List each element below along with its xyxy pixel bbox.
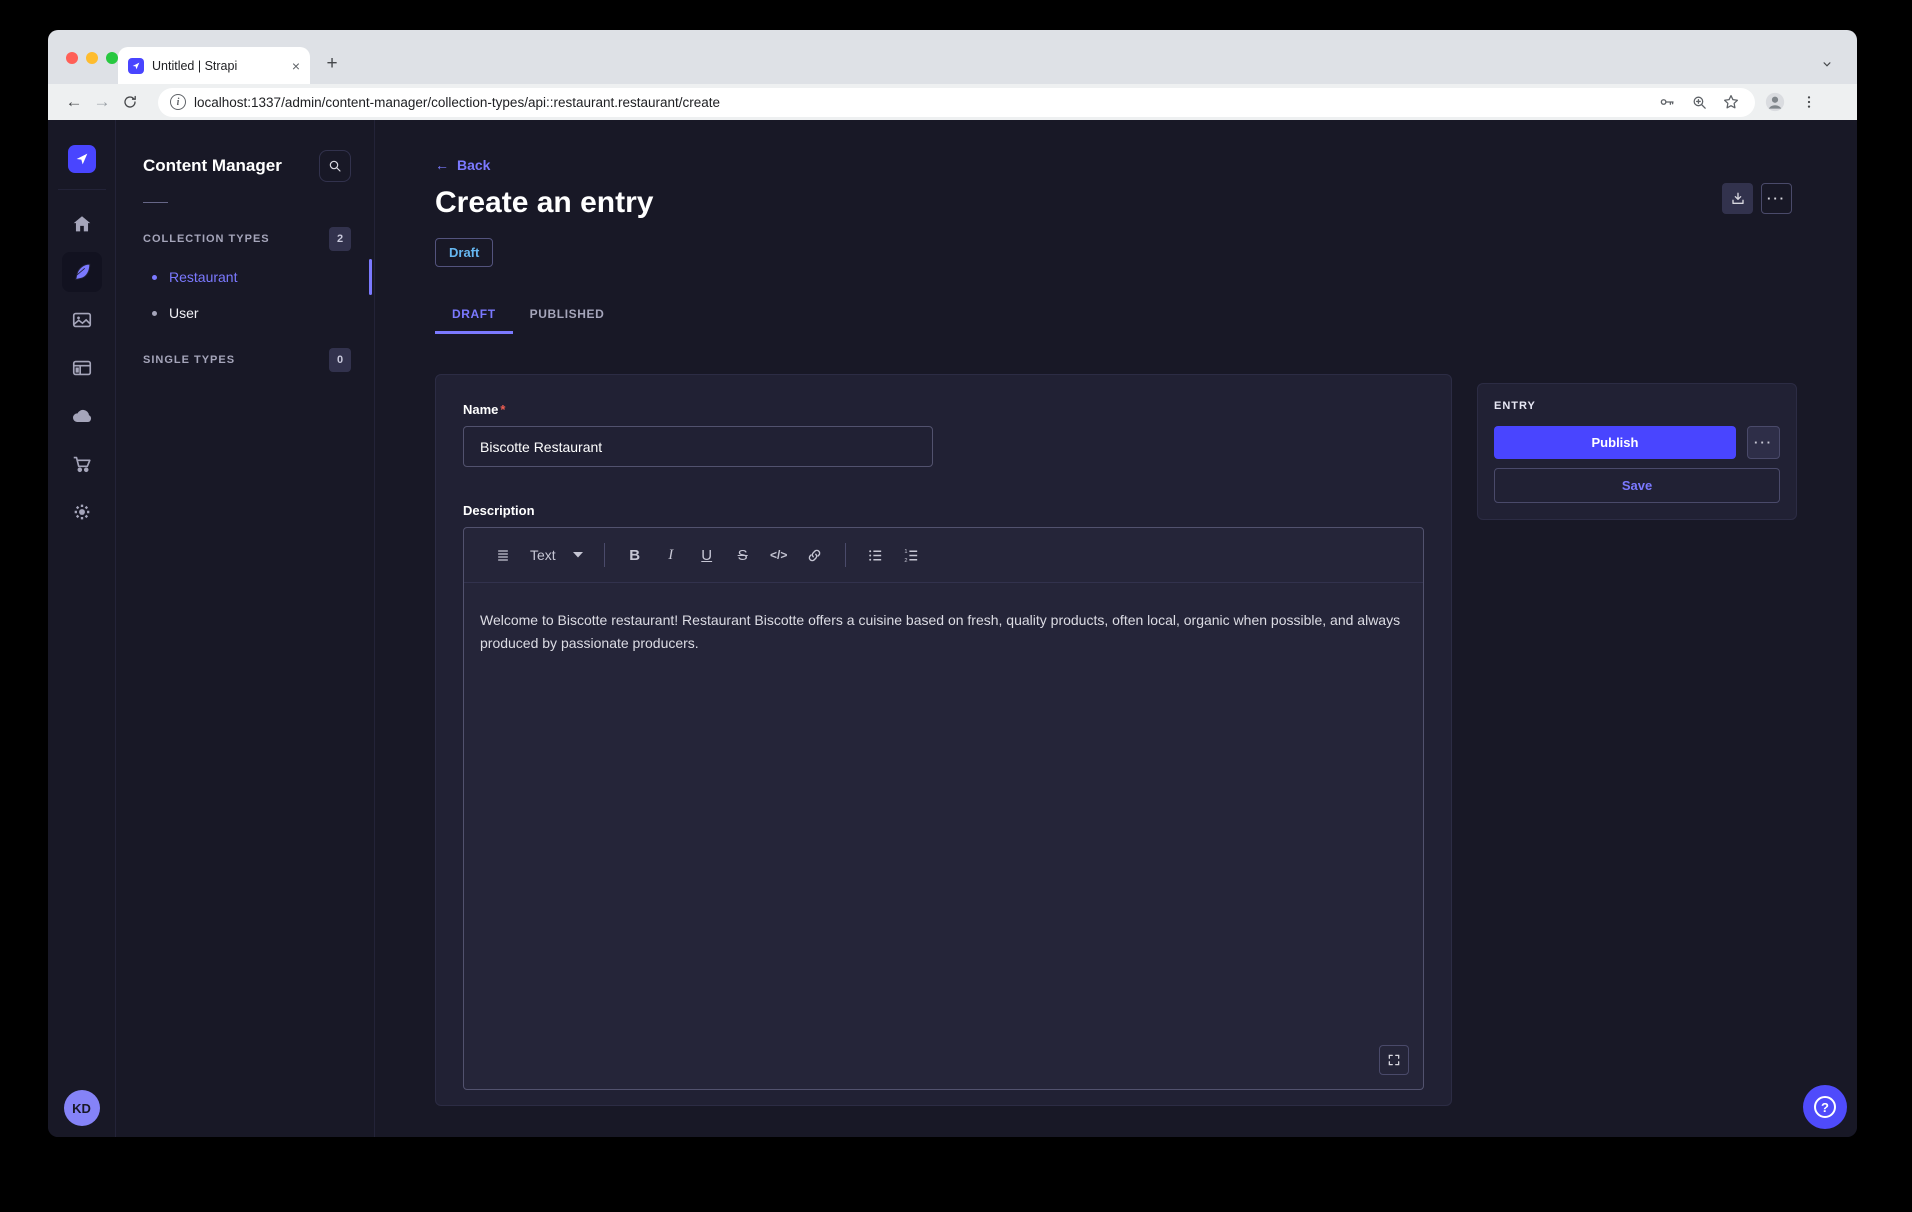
profile-avatar-icon[interactable] [1763,90,1787,114]
bookmark-star-icon[interactable] [1719,90,1743,114]
search-button[interactable] [319,150,351,182]
sidebar-item-label: User [169,305,199,321]
back-label: Back [457,157,490,173]
back-nav-icon[interactable]: ← [60,88,88,116]
tab-title: Untitled | Strapi [152,59,284,73]
expand-icon [1387,1053,1401,1067]
single-types-count-badge: 0 [329,348,351,372]
entry-form-card: Name* Description Text [435,374,1452,1106]
main-content: ··· ← Back Create an entry Draft DRAFT P… [375,120,1857,1137]
entry-more-actions-button[interactable]: ··· [1747,426,1780,459]
search-icon [327,158,343,174]
browser-window: Untitled | Strapi × + ← → i localhost:13… [48,30,1857,1137]
address-bar[interactable]: i localhost:1337/admin/content-manager/c… [158,88,1755,117]
main-nav-rail: KD [48,120,116,1137]
page-more-actions-button[interactable]: ··· [1761,183,1792,214]
url-text[interactable]: localhost:1337/admin/content-manager/col… [194,95,1647,110]
user-avatar[interactable]: KD [64,1090,100,1126]
name-field-label: Name* [463,402,1424,417]
question-mark-icon: ? [1814,1096,1836,1118]
entry-panel-title: ENTRY [1494,400,1780,412]
help-button[interactable]: ? [1803,1085,1847,1129]
tab-draft[interactable]: DRAFT [435,297,513,334]
browser-tab-strip: Untitled | Strapi × + [48,30,1857,84]
svg-text:2: 2 [905,557,908,563]
forward-nav-icon[interactable]: → [88,88,116,116]
toolbar-divider [604,543,605,567]
sidebar-item-label: Restaurant [169,269,237,285]
minimize-window-button[interactable] [86,52,98,64]
required-asterisk: * [500,402,505,417]
underline-button[interactable]: U [691,539,723,571]
collection-types-count-badge: 2 [329,227,351,251]
close-window-button[interactable] [66,52,78,64]
save-button[interactable]: Save [1494,468,1780,503]
content-manager-feather-icon[interactable] [62,252,102,292]
paragraph-style-icon[interactable] [488,539,520,571]
back-arrow-icon: ← [435,157,449,173]
settings-gear-icon[interactable] [62,492,102,532]
rail-divider [58,189,106,190]
toolbar-divider [845,543,846,567]
cloud-icon[interactable] [62,396,102,436]
strapi-favicon-icon [128,58,144,74]
bullet-icon [152,275,157,280]
tab-search-chevron-icon[interactable] [1813,50,1841,78]
strapi-app: KD Content Manager COLLECTION TYPES 2 [48,120,1857,1137]
media-library-icon[interactable] [62,300,102,340]
bullet-list-button[interactable] [860,539,892,571]
content-manager-subnav: Content Manager COLLECTION TYPES 2 Resta… [116,120,375,1137]
window-controls [66,52,118,64]
tab-published[interactable]: PUBLISHED [513,297,622,334]
subnav-title: Content Manager [143,156,282,176]
description-editor: Text B I U S </> [463,527,1424,1090]
editor-toolbar: Text B I U S </> [464,528,1423,583]
browser-menu-kebab-icon[interactable] [1797,90,1821,114]
chevron-down-icon [572,551,584,559]
marketplace-cart-icon[interactable] [62,444,102,484]
section-label-single-types: SINGLE TYPES [143,354,235,366]
publish-button[interactable]: Publish [1494,426,1736,459]
back-link[interactable]: ← Back [435,157,490,173]
description-text: Welcome to Biscotte restaurant! Restaura… [480,609,1407,655]
zoom-magnifier-icon[interactable] [1687,90,1711,114]
description-textarea[interactable]: Welcome to Biscotte restaurant! Restaura… [464,583,1423,1089]
home-icon[interactable] [62,204,102,244]
new-tab-button[interactable]: + [318,50,346,78]
password-key-icon[interactable] [1655,90,1679,114]
strikethrough-button[interactable]: S [727,539,759,571]
strapi-logo-icon[interactable] [68,145,96,173]
close-tab-icon[interactable]: × [292,59,300,73]
subnav-divider [143,202,168,203]
bold-button[interactable]: B [619,539,651,571]
browser-tab[interactable]: Untitled | Strapi × [118,47,310,84]
content-type-builder-icon[interactable] [62,348,102,388]
sidebar-item-user[interactable]: User [116,295,374,331]
numbered-list-button[interactable]: 1 2 [896,539,928,571]
name-input[interactable] [463,426,933,467]
entry-panel: ENTRY Publish ··· Save [1477,383,1797,520]
import-download-button[interactable] [1722,183,1753,214]
bullet-icon [152,311,157,316]
description-field-label: Description [463,503,1424,518]
status-badge: Draft [435,238,493,267]
italic-button[interactable]: I [655,539,687,571]
section-label-collection-types: COLLECTION TYPES [143,233,270,245]
svg-text:1: 1 [905,549,908,555]
zoom-window-button[interactable] [106,52,118,64]
code-button[interactable]: </> [763,539,795,571]
text-style-dropdown[interactable]: Text [524,539,590,571]
site-info-icon[interactable]: i [170,94,186,110]
browser-toolbar: ← → i localhost:1337/admin/content-manag… [48,84,1857,120]
expand-editor-button[interactable] [1379,1045,1409,1075]
link-button[interactable] [799,539,831,571]
page-title: Create an entry [435,186,1797,220]
draft-published-tabs: DRAFT PUBLISHED [435,297,1797,334]
reload-icon[interactable] [116,88,144,116]
sidebar-item-restaurant[interactable]: Restaurant [116,259,374,295]
